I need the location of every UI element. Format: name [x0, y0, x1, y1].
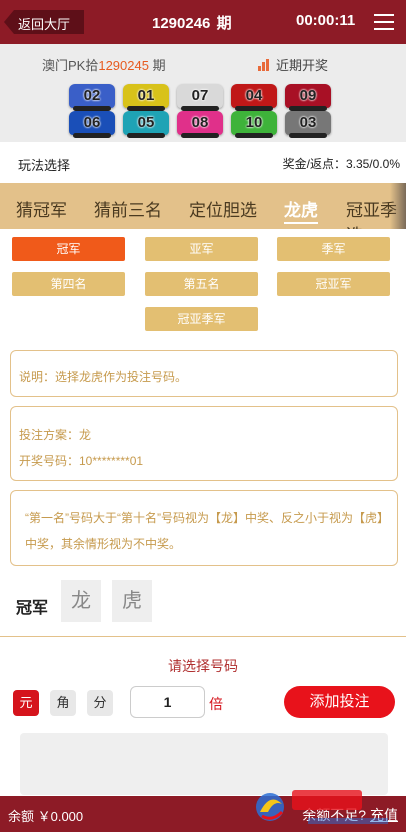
pick-tiger-button[interactable]: 虎: [112, 580, 152, 622]
top-bar: 返回大厅 1290246 期 00:00:11: [0, 0, 406, 44]
draw-result-car: 06: [69, 111, 115, 138]
description-text: 说明：选择龙虎作为投注号码。: [19, 370, 188, 384]
back-to-lobby-button[interactable]: 返回大厅: [4, 10, 84, 34]
odds-rebate: 奖金/返点：3.35/0.0%: [282, 157, 400, 171]
subopt-fourth[interactable]: 第四名: [12, 272, 125, 296]
recent-draws-label: 近期开奖: [276, 58, 329, 73]
draw-result-car: 03: [285, 111, 331, 138]
subopt-runner-up[interactable]: 亚军: [145, 237, 258, 261]
current-issue-title: 1290246 期: [150, 12, 232, 33]
bet-scheme-box: 投注方案：龙 开奖号码：10********01: [10, 406, 398, 481]
draw-result-car: 01: [123, 84, 169, 111]
subopt-fifth[interactable]: 第五名: [145, 272, 258, 296]
tab-position-pick[interactable]: 定位胆选: [189, 196, 257, 221]
draw-result-row: 02 01 07 04 09: [69, 84, 331, 111]
unit-fen-button[interactable]: 分: [87, 690, 113, 716]
rule-explanation-text: “第一名”号码大于“第十名”号码视为【龙】中奖、反之小于视为【虎】中奖，其余情形…: [25, 511, 389, 551]
unit-yuan-button[interactable]: 元: [13, 690, 39, 716]
draw-result-car: 05: [123, 111, 169, 138]
draw-result-number: 04: [245, 87, 263, 104]
last-issue-prefix: 澳门PK拾: [42, 58, 99, 73]
current-issue-suffix: 期: [216, 15, 232, 32]
bar-chart-icon: [258, 59, 272, 71]
current-issue-number: 1290246: [152, 15, 211, 32]
last-draw-panel: 澳门PK拾1290245 期 近期开奖 02 01 07 04 09 06 05 08 10 03: [0, 44, 406, 142]
draw-result-car: 04: [231, 84, 277, 111]
play-rule-selector[interactable]: 玩法选择: [18, 155, 70, 174]
draw-result-number: 02: [83, 87, 101, 104]
pick-dragon-button[interactable]: 龙: [61, 580, 101, 622]
subopt-third[interactable]: 季军: [277, 237, 390, 261]
draw-result-car: 02: [69, 84, 115, 111]
draw-code-text: 开奖号码：10********01: [19, 454, 144, 468]
draw-result-number: 10: [245, 114, 263, 131]
draw-result-number: 05: [137, 114, 155, 131]
draw-result-number: 03: [299, 114, 317, 131]
draw-result-cars: 02 01 07 04 09 06 05 08 10 03: [69, 84, 331, 138]
draw-result-row: 06 05 08 10 03: [69, 111, 331, 138]
hamburger-menu-icon[interactable]: [374, 14, 394, 32]
unit-jiao-button[interactable]: 角: [50, 690, 76, 716]
draw-result-number: 06: [83, 114, 101, 131]
subopt-top-two[interactable]: 冠亚军: [277, 272, 390, 296]
balance-text: 余额 ￥0.000: [8, 809, 84, 824]
site-watermark-logo: [256, 790, 388, 824]
draw-result-car: 07: [177, 84, 223, 111]
select-number-prompt: 请选择号码: [168, 658, 238, 674]
rule-selection-bar: 玩法选择 奖金/返点：3.35/0.0%: [0, 142, 406, 182]
add-bet-button[interactable]: 添加投注: [284, 686, 395, 718]
tab-guess-champion[interactable]: 猜冠军: [16, 196, 67, 221]
draw-result-car: 09: [285, 84, 331, 111]
tab-guess-top-three[interactable]: 猜前三名: [94, 196, 162, 221]
multiplier-input[interactable]: 1: [130, 686, 205, 718]
draw-result-car: 10: [231, 111, 277, 138]
bet-scheme-text: 投注方案：龙: [19, 428, 92, 442]
tab-dragon-tiger[interactable]: 龙虎: [284, 196, 318, 224]
pick-row-label: 冠军: [16, 600, 49, 617]
description-box: 说明：选择龙虎作为投注号码。: [10, 350, 398, 397]
draw-result-number: 07: [191, 87, 209, 104]
rule-explanation-box: “第一名”号码大于“第十名”号码视为【龙】中奖、反之小于视为【虎】中奖，其余情形…: [10, 490, 398, 566]
draw-result-number: 08: [191, 114, 209, 131]
tabs-scroll-fade: [390, 183, 406, 229]
last-issue-number: 1290245: [98, 58, 149, 73]
recent-draws-link[interactable]: 近期开奖: [258, 55, 328, 74]
last-issue-suffix: 期: [152, 58, 166, 73]
draw-result-number: 01: [137, 87, 155, 104]
countdown-timer: 00:00:11: [296, 12, 356, 29]
multiplier-unit: 倍: [209, 696, 223, 712]
play-type-tabs: 猜冠军 猜前三名 定位胆选 龙虎 冠亚季选: [0, 183, 406, 229]
subopt-top-three[interactable]: 冠亚季军: [145, 307, 258, 331]
draw-result-number: 09: [299, 87, 317, 104]
subopt-champion[interactable]: 冠军: [12, 237, 125, 261]
draw-result-car: 08: [177, 111, 223, 138]
last-issue-info: 澳门PK拾1290245 期: [42, 55, 166, 74]
back-button-label: 返回大厅: [18, 17, 71, 32]
section-divider: [0, 636, 406, 637]
